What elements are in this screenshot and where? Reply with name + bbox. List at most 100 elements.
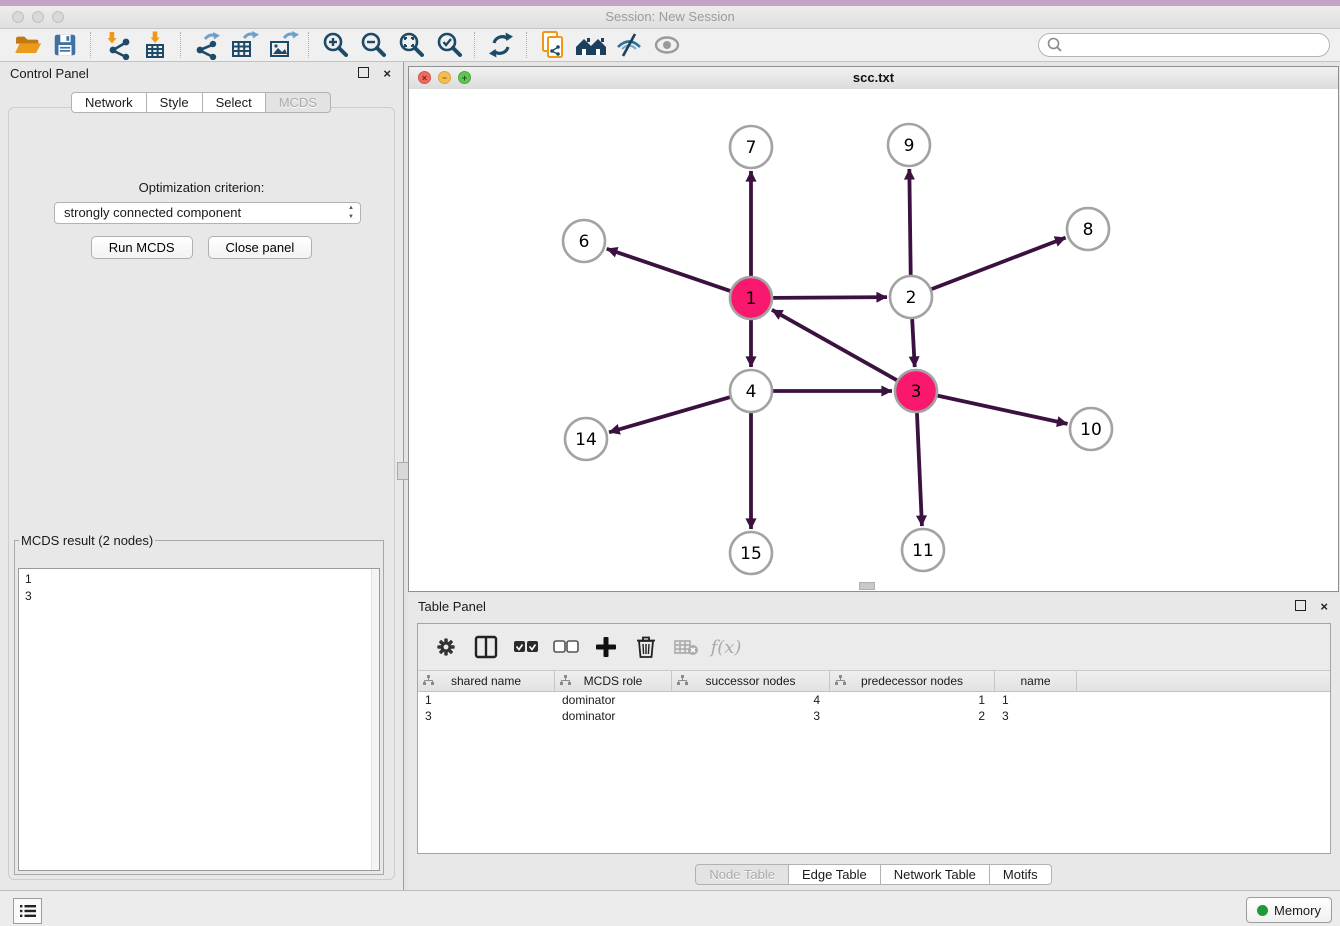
table-cell[interactable]: 3: [672, 708, 830, 724]
node-9[interactable]: 9: [888, 124, 930, 166]
float-panel-icon[interactable]: [358, 66, 369, 82]
edge-2-9[interactable]: [909, 169, 910, 275]
table-cell[interactable]: 1: [418, 692, 555, 708]
zoom-fit-icon: [396, 30, 426, 60]
network-window-titlebar: × − + scc.txt: [409, 67, 1338, 90]
canvas-scrollbar-handle[interactable]: [859, 582, 875, 590]
tab-network-table[interactable]: Network Table: [880, 864, 990, 885]
node-2[interactable]: 2: [890, 276, 932, 318]
tab-node-table[interactable]: Node Table: [695, 864, 789, 885]
column-header-MCDS-role[interactable]: MCDS role: [555, 671, 672, 691]
task-history-button[interactable]: [13, 898, 42, 924]
table-cell[interactable]: dominator: [555, 692, 672, 708]
table-cell[interactable]: 4: [672, 692, 830, 708]
memory-button[interactable]: Memory: [1246, 897, 1332, 923]
delete-table-button[interactable]: [668, 630, 704, 664]
node-14[interactable]: 14: [565, 418, 607, 460]
float-table-panel-icon[interactable]: [1295, 599, 1306, 615]
select-columns-button[interactable]: [468, 630, 504, 664]
network-graph[interactable]: 7 9 6 8 1 2 4 3 14 10 15 11: [409, 89, 1338, 591]
minimize-window-icon[interactable]: [32, 11, 44, 23]
close-window-icon[interactable]: [12, 11, 24, 23]
control-panel: Control Panel × NetworkStyleSelectMCDS O…: [0, 62, 403, 890]
mcds-result-text[interactable]: 1 3: [18, 568, 380, 871]
tab-style[interactable]: Style: [146, 92, 203, 113]
open-session-button[interactable]: [8, 30, 46, 60]
table-cell[interactable]: 1: [995, 692, 1077, 708]
first-neighbors-button[interactable]: [572, 30, 610, 60]
save-session-button[interactable]: [46, 30, 84, 60]
close-panel-icon[interactable]: ×: [383, 66, 391, 82]
zoom-out-button[interactable]: [354, 30, 392, 60]
search-field[interactable]: [1038, 33, 1330, 57]
delete-column-button[interactable]: [628, 630, 664, 664]
tab-mcds[interactable]: MCDS: [265, 92, 331, 113]
optimization-select[interactable]: strongly connected component ▲▼: [54, 202, 361, 224]
column-header-name[interactable]: name: [995, 671, 1077, 691]
edge-1-6[interactable]: [607, 249, 730, 291]
column-header-shared-name[interactable]: shared name: [418, 671, 555, 691]
close-table-panel-icon[interactable]: ×: [1320, 599, 1328, 615]
close-panel-button[interactable]: Close panel: [208, 236, 313, 259]
deselect-all-rows-button[interactable]: [548, 630, 584, 664]
tab-motifs[interactable]: Motifs: [989, 864, 1052, 885]
node-10[interactable]: 10: [1070, 408, 1112, 450]
zoom-selected-button[interactable]: [430, 30, 468, 60]
node-7[interactable]: 7: [730, 126, 772, 168]
node-1[interactable]: 1: [730, 277, 772, 319]
edge-3-10[interactable]: [937, 396, 1067, 424]
sort-column-icon: [677, 675, 688, 686]
node-4[interactable]: 4: [730, 370, 772, 412]
edge-3-1[interactable]: [772, 310, 897, 380]
table-cell[interactable]: 1: [830, 692, 995, 708]
search-input[interactable]: [1068, 35, 1329, 55]
hide-selected-button[interactable]: [610, 30, 648, 60]
table-cell[interactable]: 3: [418, 708, 555, 724]
export-image-button[interactable]: [264, 30, 302, 60]
export-table-button[interactable]: [226, 30, 264, 60]
result-scrollbar[interactable]: [371, 569, 379, 870]
run-mcds-button[interactable]: Run MCDS: [91, 236, 193, 259]
clone-network-button[interactable]: [534, 30, 572, 60]
node-8[interactable]: 8: [1067, 208, 1109, 250]
edge-4-14[interactable]: [609, 397, 730, 432]
edge-2-3[interactable]: [912, 319, 915, 367]
network-minimize-icon[interactable]: −: [438, 71, 451, 84]
node-3[interactable]: 3: [895, 370, 937, 412]
zoom-fit-button[interactable]: [392, 30, 430, 60]
network-canvas[interactable]: 7 9 6 8 1 2 4 3 14 10 15 11: [409, 89, 1338, 591]
edge-1-2[interactable]: [773, 297, 887, 298]
node-15[interactable]: 15: [730, 532, 772, 574]
select-all-rows-button[interactable]: [508, 630, 544, 664]
node-6[interactable]: 6: [563, 220, 605, 262]
function-builder-button[interactable]: f(x): [708, 630, 744, 664]
column-label: predecessor nodes: [861, 674, 963, 688]
table-row[interactable]: 1dominator411: [418, 692, 1330, 708]
zoom-in-button[interactable]: [316, 30, 354, 60]
houses-icon: [574, 30, 608, 60]
table-settings-button[interactable]: [428, 630, 464, 664]
export-network-button[interactable]: [188, 30, 226, 60]
node-11[interactable]: 11: [902, 529, 944, 571]
table-cell[interactable]: 3: [995, 708, 1077, 724]
edge-2-8[interactable]: [932, 238, 1066, 290]
tab-network[interactable]: Network: [71, 92, 147, 113]
edge-3-11[interactable]: [917, 413, 922, 526]
tab-edge-table[interactable]: Edge Table: [788, 864, 881, 885]
column-header-predecessor-nodes[interactable]: predecessor nodes: [830, 671, 995, 691]
apply-layout-button[interactable]: [482, 30, 520, 60]
show-all-button[interactable]: [648, 30, 686, 60]
import-table-button[interactable]: [136, 30, 174, 60]
table-cell[interactable]: 2: [830, 708, 995, 724]
table-row[interactable]: 3dominator323: [418, 708, 1330, 724]
network-maximize-icon[interactable]: +: [458, 71, 471, 84]
add-column-button[interactable]: [588, 630, 624, 664]
table-cell[interactable]: dominator: [555, 708, 672, 724]
zoom-window-icon[interactable]: [52, 11, 64, 23]
column-header-successor-nodes[interactable]: successor nodes: [672, 671, 830, 691]
import-network-button[interactable]: [98, 30, 136, 60]
tab-select[interactable]: Select: [202, 92, 266, 113]
network-close-icon[interactable]: ×: [418, 71, 431, 84]
export-table-icon: [229, 30, 261, 60]
checked-boxes-icon: [513, 639, 539, 655]
